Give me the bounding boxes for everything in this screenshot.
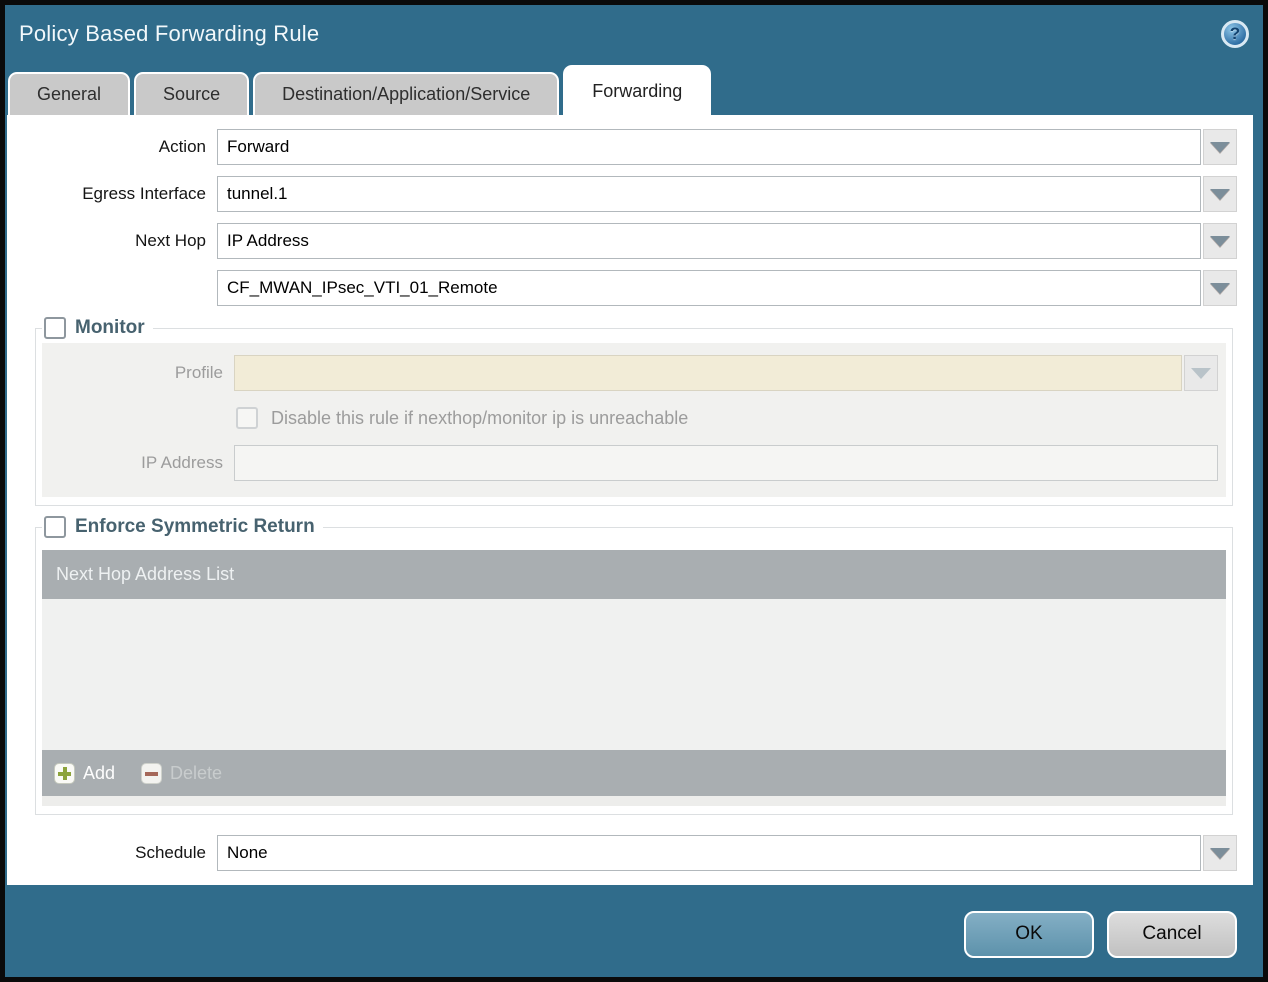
profile-dropdown-button [1184,355,1218,391]
egress-interface-field-wrap [217,176,1237,212]
monitor-legend-label: Monitor [75,317,145,338]
delete-button: Delete [141,762,223,784]
chevron-down-icon [1210,282,1230,294]
disable-rule-row: Disable this rule if nexthop/monitor ip … [236,407,1226,429]
schedule-label: Schedule [135,843,206,862]
chevron-down-icon [1191,367,1211,379]
monitor-ip-address-row: IP Address [42,445,1218,481]
egress-interface-row: Egress Interface [7,176,1237,212]
next-hop-dropdown-button[interactable] [1203,223,1237,259]
enforce-symmetric-return-fieldset: Enforce Symmetric Return Next Hop Addres… [35,516,1233,815]
monitor-checkbox[interactable] [44,317,66,339]
dialog-title: Policy Based Forwarding Rule [19,20,320,46]
monitor-legend: Monitor [42,317,153,339]
help-icon[interactable]: ? [1221,19,1249,48]
dialog-footer: OK Cancel [5,885,1263,977]
monitor-panel: Profile Disable this rule if nexthop/mon… [42,343,1226,497]
action-field-wrap [217,129,1237,165]
next-hop-address-row [7,270,1237,306]
monitor-ip-address-input [234,445,1218,481]
schedule-dropdown-button[interactable] [1203,835,1237,871]
profile-input [234,355,1182,391]
next-hop-address-field-wrap [217,270,1237,306]
next-hop-label: Next Hop [135,231,206,250]
add-button[interactable]: Add [54,762,116,784]
tab-destination-application-service[interactable]: Destination/Application/Service [253,72,560,115]
cancel-button[interactable]: Cancel [1107,910,1237,958]
delete-button-label: Delete [170,762,223,783]
schedule-field-wrap [217,835,1237,871]
tab-bar: General Source Destination/Application/S… [5,62,1263,115]
next-hop-address-list-table: Next Hop Address List Add Delete [42,550,1226,806]
table-bottom-strip [42,796,1226,806]
enforce-symmetric-return-checkbox[interactable] [44,516,66,538]
policy-based-forwarding-dialog: Policy Based Forwarding Rule ? General S… [0,0,1268,982]
minus-icon [141,762,163,784]
schedule-input[interactable] [217,835,1201,871]
tab-content-forwarding: Action Egress Interface Next Hop [7,115,1253,885]
profile-row: Profile [42,355,1218,391]
next-hop-address-list-header: Next Hop Address List [42,550,1226,599]
action-dropdown-button[interactable] [1203,129,1237,165]
monitor-ip-address-label: IP Address [141,453,223,472]
action-label: Action [158,137,206,156]
tab-source[interactable]: Source [134,72,250,115]
add-button-label: Add [83,762,116,783]
action-input[interactable] [217,129,1201,165]
enforce-symmetric-return-legend: Enforce Symmetric Return [42,516,323,538]
disable-rule-label: Disable this rule if nexthop/monitor ip … [271,407,689,428]
next-hop-address-list-body[interactable] [42,599,1226,750]
plus-icon [54,762,75,784]
enforce-symmetric-return-legend-label: Enforce Symmetric Return [75,516,315,537]
next-hop-address-list-toolbar: Add Delete [42,750,1226,796]
next-hop-address-dropdown-button[interactable] [1203,270,1237,306]
action-row: Action [7,129,1237,165]
tab-general[interactable]: General [8,72,131,115]
egress-interface-input[interactable] [217,176,1201,212]
next-hop-row: Next Hop [7,223,1237,259]
chevron-down-icon [1210,235,1230,247]
chevron-down-icon [1210,188,1230,200]
disable-rule-checkbox [236,407,258,429]
chevron-down-icon [1210,141,1230,153]
next-hop-type-input[interactable] [217,223,1201,259]
profile-field-wrap [234,355,1218,391]
dialog-titlebar: Policy Based Forwarding Rule ? [5,5,1263,62]
egress-interface-label: Egress Interface [82,184,206,203]
monitor-ip-address-field-wrap [234,445,1218,481]
next-hop-field-wrap [217,223,1237,259]
schedule-row: Schedule [7,835,1237,871]
profile-label: Profile [174,363,223,382]
egress-interface-dropdown-button[interactable] [1203,176,1237,212]
next-hop-address-input[interactable] [217,270,1201,306]
tab-forwarding[interactable]: Forwarding [563,65,712,115]
ok-button[interactable]: OK [964,910,1094,958]
monitor-fieldset: Monitor Profile Disable this rule if nex… [35,317,1233,506]
chevron-down-icon [1210,847,1230,859]
